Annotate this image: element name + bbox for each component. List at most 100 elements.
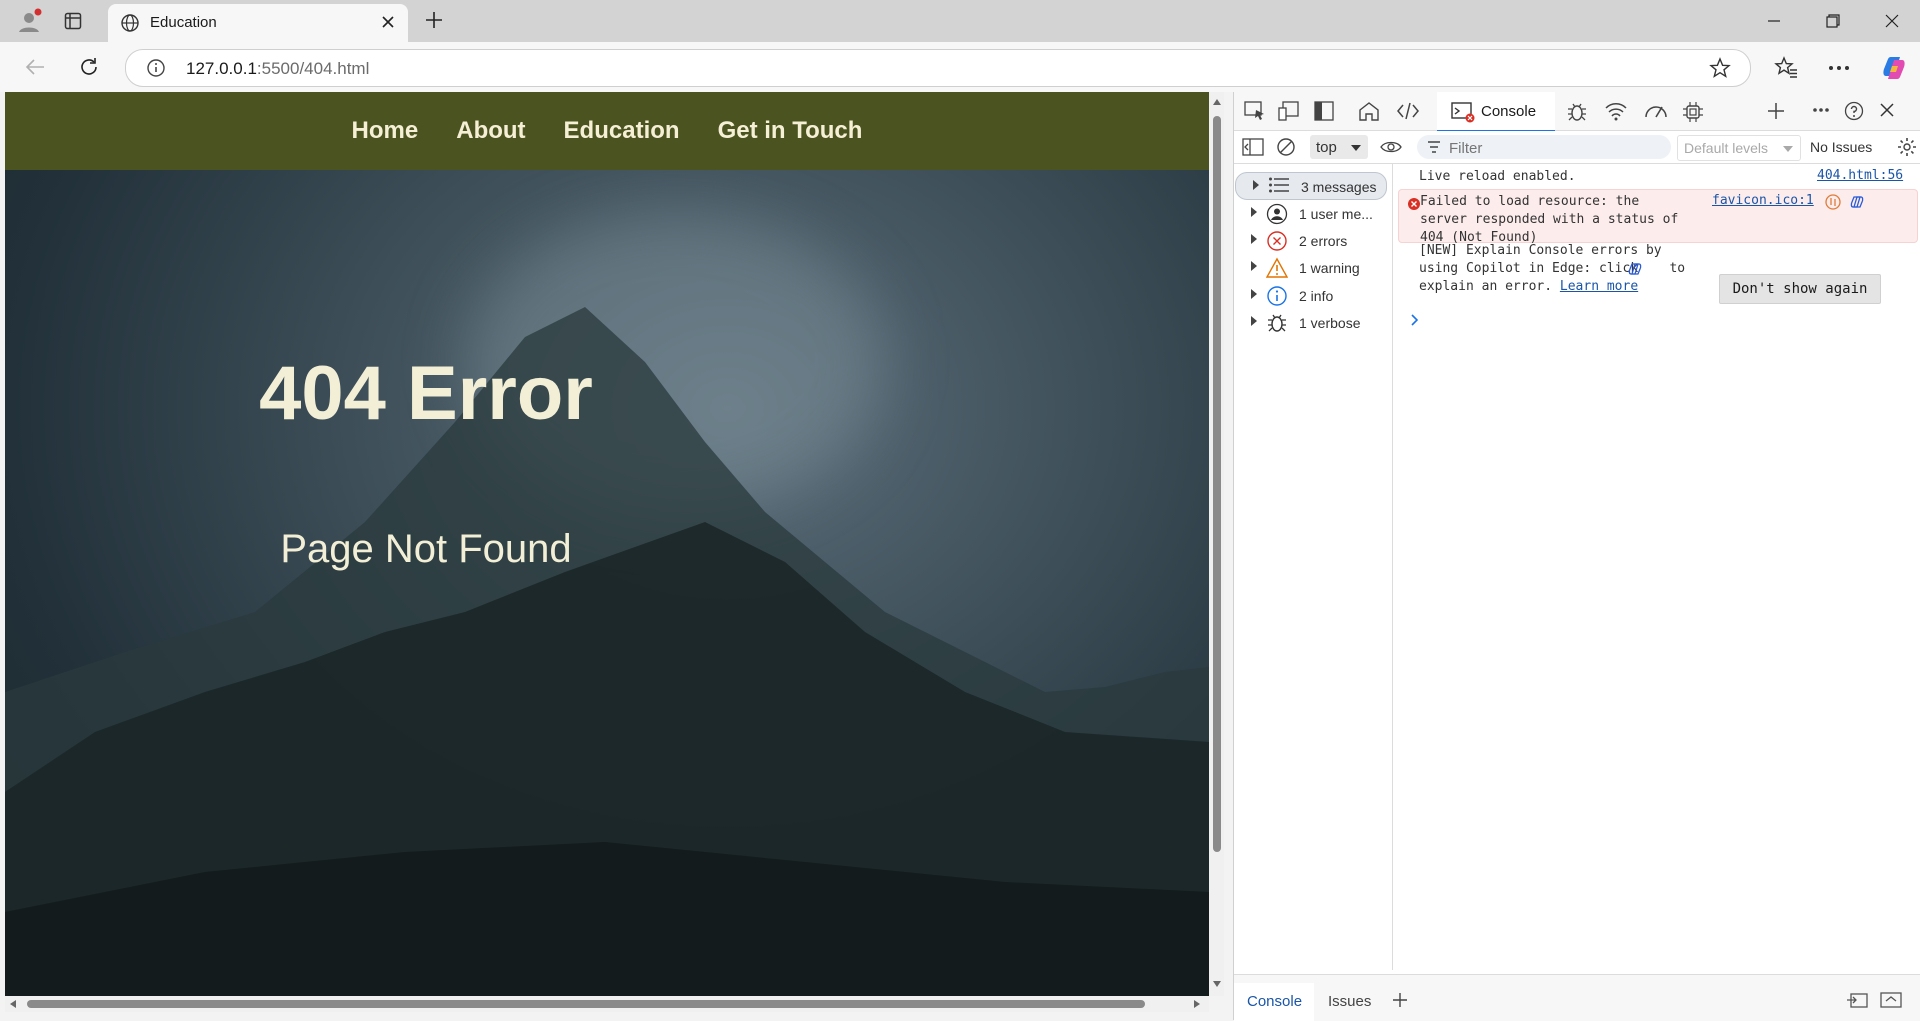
memory-chip-icon[interactable] xyxy=(1682,101,1704,123)
site-info-icon[interactable] xyxy=(146,58,166,78)
refresh-icon[interactable] xyxy=(78,56,100,78)
expand-triangle-icon[interactable] xyxy=(1250,233,1258,245)
network-wifi-icon[interactable] xyxy=(1604,101,1628,121)
vertical-scroll-thumb[interactable] xyxy=(1213,116,1221,852)
close-window-icon[interactable] xyxy=(1864,0,1920,42)
console-messages: Live reload enabled. 404.html:56 Failed … xyxy=(1393,164,1920,970)
horizontal-scroll-thumb[interactable] xyxy=(27,1000,1145,1008)
console-tab-label: Console xyxy=(1481,103,1537,120)
new-tab-icon[interactable] xyxy=(424,10,444,30)
browser-tab[interactable]: Education xyxy=(108,4,408,42)
scroll-down-icon[interactable] xyxy=(1212,980,1222,988)
nav-home[interactable]: Home xyxy=(352,117,419,145)
drawer-tab-console[interactable]: Console xyxy=(1234,983,1314,1021)
message-source-link[interactable]: 404.html:56 xyxy=(1817,168,1903,183)
inspect-element-icon[interactable] xyxy=(1244,101,1266,121)
drawer-dock-icon[interactable] xyxy=(1846,991,1868,1009)
add-tab-icon[interactable] xyxy=(1766,101,1786,121)
error-title: 404 Error xyxy=(259,351,593,436)
sidebar-item-messages[interactable]: 3 messages xyxy=(1235,172,1387,200)
sidebar-item-user-messages[interactable]: 1 user me... xyxy=(1234,200,1391,226)
expand-triangle-icon[interactable] xyxy=(1250,315,1258,327)
filter-input[interactable] xyxy=(1447,137,1661,159)
sidebar-item-errors[interactable]: 2 errors xyxy=(1234,227,1391,253)
scroll-right-icon[interactable] xyxy=(1193,999,1201,1009)
chevron-down-icon xyxy=(1351,145,1361,151)
help-icon[interactable] xyxy=(1844,101,1864,121)
sidebar-item-info[interactable]: 2 info xyxy=(1234,282,1391,308)
device-emulation-icon[interactable] xyxy=(1278,101,1300,121)
copilot-icon[interactable] xyxy=(1880,54,1908,82)
page-vertical-scrollbar[interactable] xyxy=(1209,92,1224,996)
nav-education[interactable]: Education xyxy=(564,117,680,145)
user-icon xyxy=(1266,203,1288,225)
console-icon xyxy=(1451,101,1475,123)
close-tab-icon[interactable] xyxy=(380,14,396,30)
filter-input-box[interactable] xyxy=(1417,135,1671,159)
log-levels-label: Default levels xyxy=(1684,140,1769,156)
issues-count[interactable]: No Issues xyxy=(1810,139,1872,155)
dont-show-again-button[interactable]: Don't show again xyxy=(1719,274,1881,304)
nav-about[interactable]: About xyxy=(456,117,525,145)
scroll-up-icon[interactable] xyxy=(1212,98,1222,106)
sidebar-item-label: 2 errors xyxy=(1299,233,1348,249)
tab-console[interactable]: Console xyxy=(1437,92,1555,132)
filter-icon xyxy=(1428,141,1440,153)
error-icon xyxy=(1266,230,1288,252)
globe-icon xyxy=(120,13,140,33)
minimize-icon[interactable] xyxy=(1746,0,1802,42)
toggle-sidebar-icon[interactable] xyxy=(1242,138,1264,156)
drawer-tab-issues[interactable]: Issues xyxy=(1328,993,1371,1010)
sidebar-item-warnings[interactable]: 1 warning xyxy=(1234,254,1391,280)
favorites-icon[interactable] xyxy=(1774,56,1798,78)
back-icon[interactable] xyxy=(24,57,46,77)
sources-bug-icon[interactable] xyxy=(1566,101,1588,123)
bug-icon xyxy=(1266,312,1288,334)
address-bar[interactable]: 127.0.0.1:5500/404.html xyxy=(125,49,1751,87)
nav-get-in-touch[interactable]: Get in Touch xyxy=(718,117,863,145)
profile-icon[interactable] xyxy=(16,8,42,34)
console-settings-gear-icon[interactable] xyxy=(1897,137,1917,157)
tab-actions-icon[interactable] xyxy=(64,12,82,30)
expand-triangle-icon[interactable] xyxy=(1252,179,1260,191)
tab-title: Education xyxy=(150,14,217,31)
drawer-add-tab-icon[interactable] xyxy=(1391,991,1409,1009)
devtools-more-icon[interactable] xyxy=(1812,107,1830,113)
context-selector[interactable]: top xyxy=(1310,135,1368,159)
performance-icon[interactable] xyxy=(1644,101,1668,121)
console-message-error: Failed to load resource: the server resp… xyxy=(1398,189,1918,245)
expand-triangle-icon[interactable] xyxy=(1250,260,1258,272)
welcome-home-icon[interactable] xyxy=(1358,101,1380,121)
error-source-link[interactable]: favicon.ico:1 xyxy=(1712,193,1814,208)
more-menu-icon[interactable] xyxy=(1828,65,1850,71)
console-filter-bar: top Default levels No Issues xyxy=(1234,131,1920,164)
devtools-panel: Console top Filter Default levels No Iss… xyxy=(1233,92,1920,1021)
sidebar-item-label: 1 user me... xyxy=(1299,206,1373,222)
title-bar: Education xyxy=(0,0,1920,42)
context-label: top xyxy=(1316,139,1337,156)
favorite-star-icon[interactable] xyxy=(1709,57,1731,79)
page-horizontal-scrollbar[interactable] xyxy=(5,996,1209,1012)
clear-console-icon[interactable] xyxy=(1276,137,1296,157)
network-request-icon[interactable] xyxy=(1825,194,1841,210)
console-message-info: Live reload enabled. 404.html:56 xyxy=(1393,168,1920,188)
learn-more-link[interactable]: Learn more xyxy=(1560,279,1638,294)
sidebar-item-label: 3 messages xyxy=(1301,179,1377,195)
drawer-minimize-icon[interactable] xyxy=(1880,991,1902,1009)
message-text: Live reload enabled. xyxy=(1419,169,1576,184)
url-text: 127.0.0.1:5500/404.html xyxy=(186,59,370,78)
copilot-explain-icon[interactable] xyxy=(1849,194,1865,210)
sidebar-item-label: 1 verbose xyxy=(1299,315,1361,331)
expand-triangle-icon[interactable] xyxy=(1250,288,1258,300)
log-levels-dropdown[interactable]: Default levels xyxy=(1677,135,1801,161)
restore-icon[interactable] xyxy=(1805,0,1861,42)
console-prompt-chevron-icon[interactable] xyxy=(1410,314,1420,326)
close-devtools-icon[interactable] xyxy=(1878,101,1896,119)
dock-side-icon[interactable] xyxy=(1314,101,1334,121)
sidebar-item-verbose[interactable]: 1 verbose xyxy=(1234,309,1391,335)
copilot-inline-icon xyxy=(1627,261,1643,277)
elements-tab-icon[interactable] xyxy=(1396,101,1420,121)
expand-triangle-icon[interactable] xyxy=(1250,206,1258,218)
live-expression-eye-icon[interactable] xyxy=(1380,139,1402,155)
scroll-left-icon[interactable] xyxy=(9,999,17,1009)
